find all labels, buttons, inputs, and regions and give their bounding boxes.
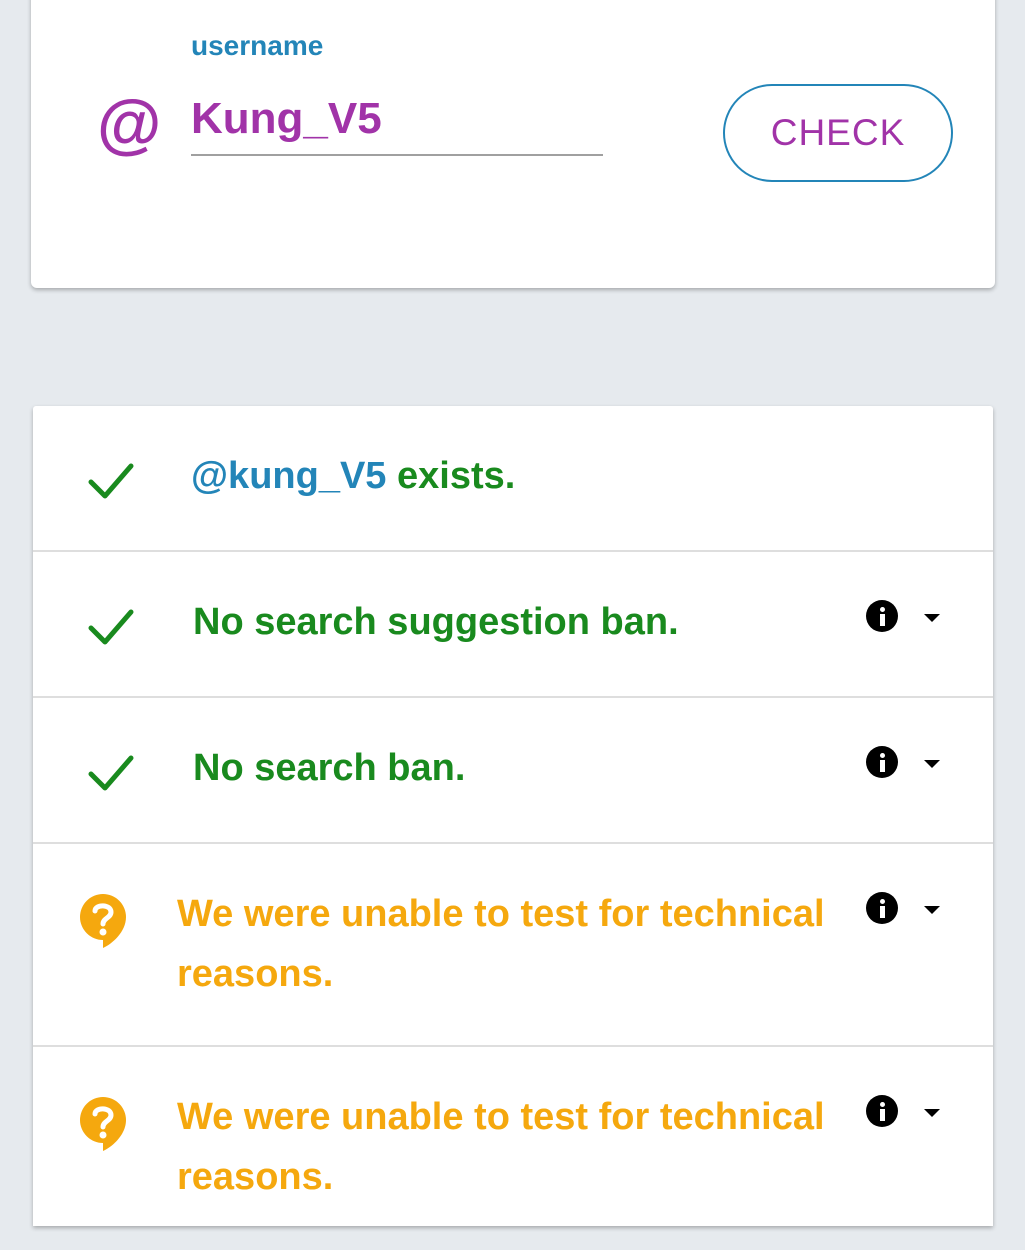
result-row-search-ban[interactable]: No search ban. xyxy=(33,698,993,844)
caret-down-icon[interactable] xyxy=(924,1109,940,1117)
search-card: username @ CHECK xyxy=(31,0,995,288)
exists-label: exists. xyxy=(386,455,516,497)
info-icon[interactable] xyxy=(866,1095,898,1127)
result-exists-text: @kung_V5 exists. xyxy=(191,446,515,506)
question-bubble-icon xyxy=(80,1097,126,1151)
question-bubble-icon xyxy=(80,894,126,948)
result-technical-text: We were unable to test for technical rea… xyxy=(177,1096,825,1198)
username-label: username xyxy=(191,30,324,61)
checkmark-icon xyxy=(88,463,134,499)
caret-down-icon[interactable] xyxy=(924,760,940,768)
result-technical-text: We were unable to test for technical rea… xyxy=(177,893,825,995)
check-button[interactable]: CHECK xyxy=(723,84,953,182)
result-row-technical-1[interactable]: We were unable to test for technical rea… xyxy=(33,844,993,1047)
checkmark-icon xyxy=(88,609,134,645)
info-icon[interactable] xyxy=(866,892,898,924)
result-row-technical-2[interactable]: We were unable to test for technical rea… xyxy=(33,1047,993,1250)
at-icon: @ xyxy=(97,86,162,160)
info-icon[interactable] xyxy=(866,600,898,632)
result-suggestion-ban-text: No search suggestion ban. xyxy=(193,601,679,643)
caret-down-icon[interactable] xyxy=(924,614,940,622)
result-row-suggestion-ban[interactable]: No search suggestion ban. xyxy=(33,552,993,698)
result-row-exists: @kung_V5 exists. xyxy=(33,406,993,552)
username-link[interactable]: @kung_V5 xyxy=(191,455,386,497)
info-icon[interactable] xyxy=(866,746,898,778)
results-card: @kung_V5 exists. No search suggestion ba… xyxy=(33,406,993,1226)
username-input[interactable] xyxy=(191,84,603,156)
checkmark-icon xyxy=(88,755,134,791)
result-search-ban-text: No search ban. xyxy=(193,747,466,789)
caret-down-icon[interactable] xyxy=(924,906,940,914)
